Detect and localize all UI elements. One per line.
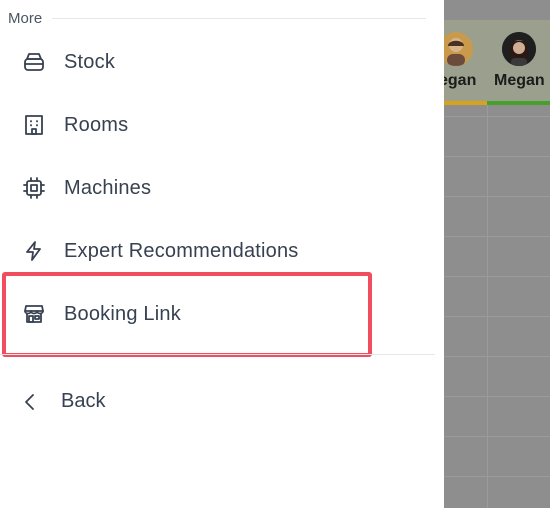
section-title: More (8, 10, 43, 27)
building-icon (21, 112, 47, 138)
lightning-icon (21, 238, 47, 264)
menu-item-booking-link[interactable]: Booking Link (0, 294, 420, 334)
menu-item-machines[interactable]: Machines (0, 168, 420, 208)
back-label: Back (61, 390, 106, 412)
storefront-icon (21, 301, 47, 327)
menu-item-expert-recommendations[interactable]: Expert Recommendations (0, 231, 420, 271)
grid-line (444, 156, 550, 157)
grid-line (444, 316, 550, 317)
back-button[interactable]: Back (0, 382, 300, 422)
grid-line (444, 276, 550, 277)
menu-item-label: Expert Recommendations (64, 239, 299, 262)
section-divider (52, 18, 426, 19)
grid-line (444, 396, 550, 397)
staff-name: Megan (494, 72, 545, 89)
menu-item-label: Rooms (64, 113, 129, 136)
background-overlay[interactable]: egan Megan (444, 0, 550, 508)
avatar (502, 32, 536, 66)
section-header: More (8, 10, 444, 27)
grid-line (444, 476, 550, 477)
staff-card: egan (444, 20, 487, 105)
menu-item-label: Booking Link (64, 302, 181, 325)
staff-card: Megan (487, 20, 550, 105)
box-icon (21, 49, 47, 75)
grid-line (444, 356, 550, 357)
menu-item-rooms[interactable]: Rooms (0, 105, 420, 145)
grid-line (444, 436, 550, 437)
menu-item-label: Stock (64, 50, 116, 73)
cpu-icon (21, 175, 47, 201)
staff-accent-bar (444, 101, 487, 105)
staff-accent-bar (487, 101, 550, 105)
menu-item-stock[interactable]: Stock (0, 42, 420, 82)
menu-divider (0, 354, 435, 355)
staff-name: egan (444, 72, 477, 89)
grid-line (444, 116, 550, 117)
avatar (444, 32, 473, 66)
chevron-left-icon (18, 390, 42, 414)
grid-line (444, 196, 550, 197)
grid-line (487, 105, 488, 508)
grid-line (444, 236, 550, 237)
menu-item-label: Machines (64, 176, 152, 199)
side-menu-panel: More Stock Rooms Machines Expert Recomme… (0, 0, 444, 508)
